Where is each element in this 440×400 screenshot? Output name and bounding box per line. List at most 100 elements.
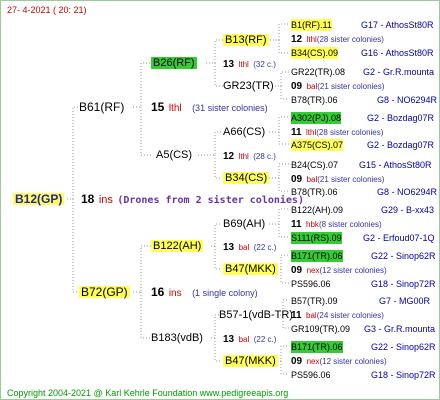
marker: lthl xyxy=(168,103,182,114)
node-a66-info: 12 lthl (28 c.) xyxy=(223,149,276,163)
node-a66[interactable]: A66(CS) xyxy=(223,126,265,138)
leaf-name[interactable]: A375(CS).07 xyxy=(291,139,344,151)
timestamp-header: 27- 4-2021 ( 20: 21) xyxy=(7,5,87,15)
leaf-name[interactable]: B78(TR).06 xyxy=(291,186,338,198)
node-b47-b[interactable]: B47(MKK) xyxy=(223,355,278,367)
pedigree-frame: 27- 4-2021 ( 20: 21) Copyright 2004-2021… xyxy=(0,0,440,400)
marker: ins xyxy=(168,288,182,299)
note: (22 c.) xyxy=(253,243,277,252)
note: (21 sister colonies) xyxy=(317,82,385,91)
marker: lthl xyxy=(238,152,249,161)
leaf-origin: G17 - AthosSt80R xyxy=(361,20,434,30)
count: 09 xyxy=(291,81,303,92)
leaf-drone-info: 09 nex(12 sister colonies) xyxy=(291,263,387,277)
count: 13 xyxy=(223,242,235,253)
leaf-name[interactable]: PS596.06 xyxy=(291,369,331,381)
note: (8 sister colonies) xyxy=(318,220,382,229)
marker: bal xyxy=(238,243,250,252)
leaf-origin: G29 - B-xx43 xyxy=(381,205,435,215)
note: (22 c.) xyxy=(253,335,277,344)
marker: lthl xyxy=(306,128,317,137)
node-b57-1[interactable]: B57-1(vdB-TR) xyxy=(219,309,293,321)
marker: bal xyxy=(306,311,317,320)
leaf-name[interactable]: GR22(TR).08 xyxy=(291,66,345,78)
leaf-origin: G2 - Bozdag07R xyxy=(367,113,435,123)
leaf-name[interactable]: B122(AH).09 xyxy=(291,204,343,216)
root-marker: ins xyxy=(98,194,113,206)
node-b69[interactable]: B69(AH) xyxy=(223,218,265,230)
leaf-origin: G15 - AthosSt80R xyxy=(359,160,432,170)
marker: nex xyxy=(306,266,320,275)
count: 12 xyxy=(291,34,303,45)
leaf-name[interactable]: S111(RS).09 xyxy=(291,232,342,244)
leaf-name[interactable]: B24(CS).07 xyxy=(291,159,338,171)
leaf-drone-info: 11 hbk(8 sister colonies) xyxy=(291,217,382,231)
node-b183[interactable]: B183(vdB) xyxy=(151,332,203,344)
marker: lthl xyxy=(238,60,249,69)
count: 13 xyxy=(223,59,235,70)
note: (21 sister colonies) xyxy=(317,175,385,184)
node-b57-1-info: 13 bal (22 c.) xyxy=(223,332,276,346)
leaf-origin: G16 - AthosSt80R xyxy=(361,48,434,58)
marker: lthl xyxy=(306,35,317,44)
count: 09 xyxy=(291,174,303,185)
leaf-name[interactable]: A302(PJ).08 xyxy=(291,112,342,124)
marker: hbk xyxy=(306,220,319,229)
leaf-origin: G18 - Sinop72R xyxy=(371,370,436,380)
node-b122-info: 13 bal (22 c.) xyxy=(223,240,276,254)
node-a5[interactable]: A5(CS) xyxy=(156,149,192,161)
count: 11 xyxy=(291,310,302,321)
node-b34[interactable]: B34(CS) xyxy=(223,172,270,184)
leaf-drone-info: 11 bal(24 sister colonies) xyxy=(291,308,384,322)
note: (31 sister colonies) xyxy=(192,103,268,113)
note: (12 sister colonies) xyxy=(319,357,387,366)
leaf-name[interactable]: B1(RF).11 xyxy=(291,19,332,31)
note: (28 sister colonies) xyxy=(316,128,384,137)
leaf-name[interactable]: B34(CS).09 xyxy=(291,47,339,59)
node-b122[interactable]: B122(AH) xyxy=(151,240,204,252)
root-drone-info: 18 ins (Drones from 2 sister colonies) xyxy=(81,193,304,207)
leaf-name[interactable]: B171(TR).06 xyxy=(291,341,343,353)
note: (28 sister colonies) xyxy=(316,35,384,44)
leaf-drone-info: 09 nex(12 sister colonies) xyxy=(291,354,387,368)
count: 09 xyxy=(291,356,303,367)
root-queen[interactable]: B12(GP) xyxy=(13,193,65,205)
leaf-origin: G2 - Bozdag07R xyxy=(367,140,435,150)
leaf-drone-info: 12 lthl(28 sister colonies) xyxy=(291,32,384,46)
note: (1 single colony) xyxy=(192,288,258,298)
leaf-name[interactable]: B171(TR).06 xyxy=(291,250,343,262)
copyright-footer: Copyright 2004-2021 @ Karl Kehrle Founda… xyxy=(7,388,289,398)
note: (32 c.) xyxy=(253,60,276,69)
node-b26[interactable]: B26(RF) xyxy=(151,57,197,69)
note: (12 sister colonies) xyxy=(319,266,387,275)
node-b47-a[interactable]: B47(MKK) xyxy=(223,263,278,275)
leaf-name[interactable]: B78(TR).06 xyxy=(291,94,338,106)
dam-b72[interactable]: B72(GP) xyxy=(79,286,130,298)
count: 13 xyxy=(223,334,235,345)
sire-b61-info: 15 lthl (31 sister colonies) xyxy=(151,101,268,115)
leaf-name[interactable]: GR109(TR).09 xyxy=(291,323,350,335)
marker: nex xyxy=(306,357,320,366)
marker: bal xyxy=(306,175,318,184)
leaf-drone-info: 11 lthl(28 sister colonies) xyxy=(291,125,383,139)
leaf-drone-info: 09 bal(21 sister colonies) xyxy=(291,172,384,186)
dam-b72-info: 16 ins (1 single colony) xyxy=(151,286,258,300)
node-b13-info: 13 lthl (32 c.) xyxy=(223,57,276,71)
count: 11 xyxy=(291,219,302,230)
leaf-origin: G8 - NO6294R xyxy=(377,95,438,105)
marker: bal xyxy=(238,335,250,344)
leaf-origin: G18 - Sinop72R xyxy=(371,279,436,289)
leaf-origin: G22 - Sinop62R xyxy=(371,251,436,261)
leaf-drone-info: 09 bal(21 sister colonies) xyxy=(291,79,384,93)
sire-b61[interactable]: B61(RF) xyxy=(79,101,124,113)
count: 11 xyxy=(291,127,302,138)
root-note: (Drones from 2 sister colonies) xyxy=(117,195,304,206)
leaf-name[interactable]: B57(TR).09 xyxy=(291,295,338,307)
leaf-origin: G2 - Erfoud07-1Q xyxy=(363,233,435,243)
leaf-origin: G2 - Gr.R.mounta xyxy=(363,67,435,77)
leaf-name[interactable]: PS596.06 xyxy=(291,278,331,290)
root-count: 18 xyxy=(81,192,95,206)
leaf-origin: G3 - Gr.R.mounta xyxy=(364,324,436,334)
node-b13[interactable]: B13(RF) xyxy=(223,34,269,46)
node-gr23[interactable]: GR23(TR) xyxy=(223,80,274,92)
